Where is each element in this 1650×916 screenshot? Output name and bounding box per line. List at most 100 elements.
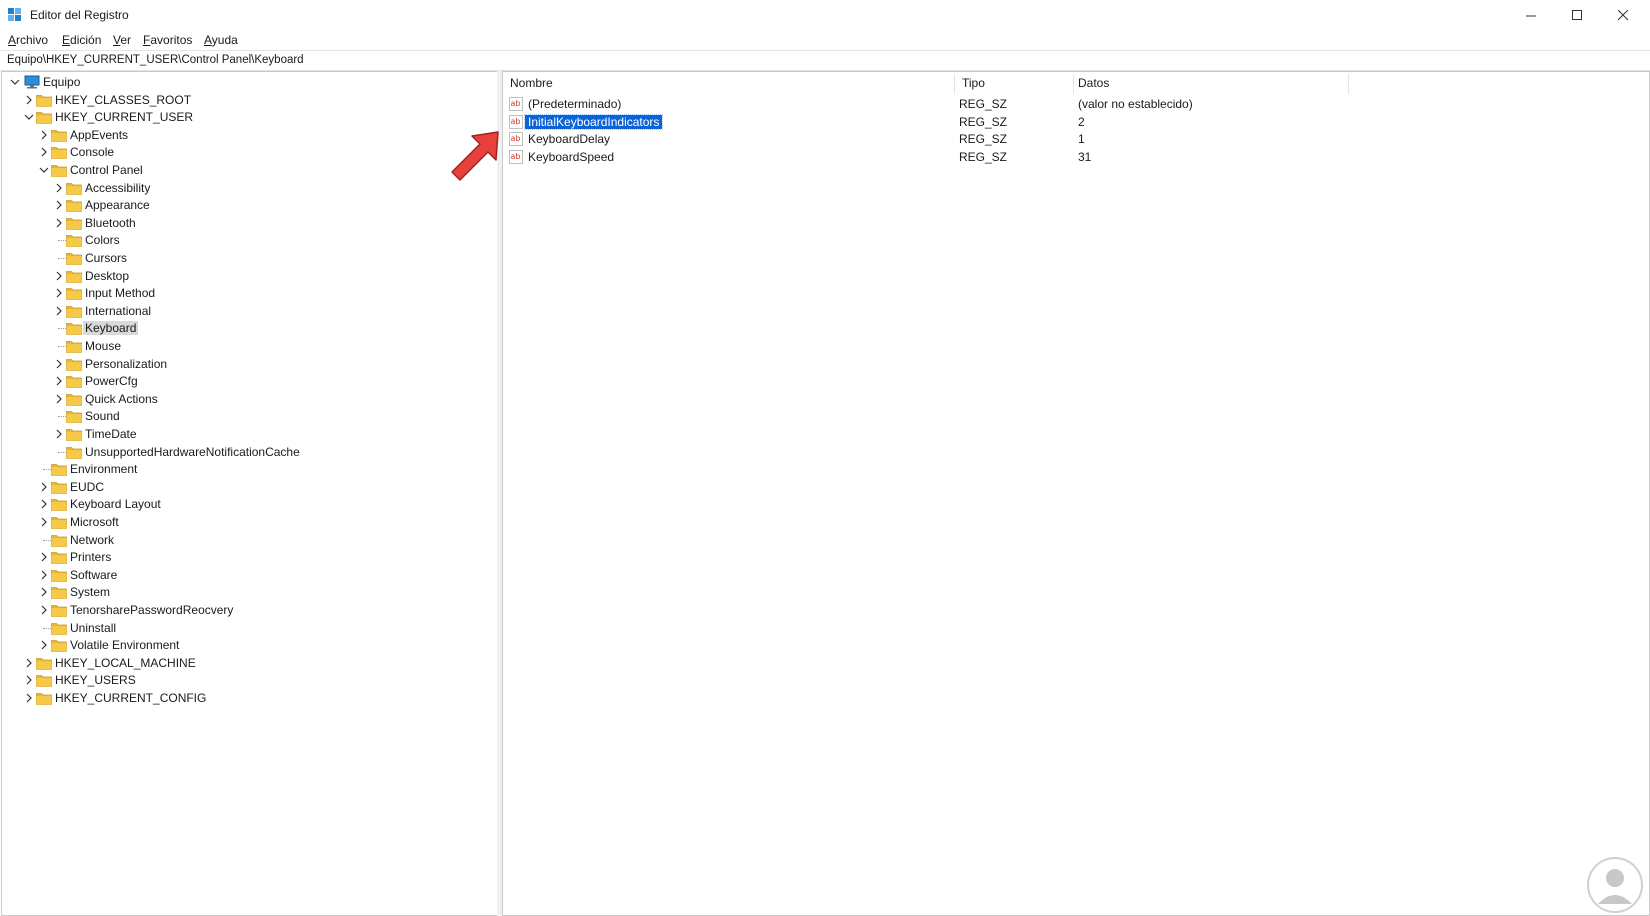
tree-item-label[interactable]: International bbox=[83, 304, 153, 318]
tree-item[interactable]: HKEY_CURRENT_CONFIG bbox=[2, 690, 497, 707]
tree-item[interactable]: Console bbox=[2, 144, 497, 161]
tree-item[interactable]: System bbox=[2, 584, 497, 601]
chevron-right-icon[interactable] bbox=[39, 147, 49, 157]
tree-item[interactable]: Input Method bbox=[2, 285, 497, 302]
chevron-down-icon[interactable] bbox=[39, 165, 49, 175]
column-header-name[interactable]: Nombre bbox=[510, 76, 553, 90]
tree-item-label[interactable]: TimeDate bbox=[83, 427, 139, 441]
tree-item-label[interactable]: Sound bbox=[83, 409, 122, 423]
chevron-right-icon[interactable] bbox=[39, 587, 49, 597]
tree-item[interactable]: PowerCfg bbox=[2, 373, 497, 390]
tree-item-label[interactable]: EUDC bbox=[68, 480, 106, 494]
chevron-right-icon[interactable] bbox=[54, 306, 64, 316]
chevron-down-icon[interactable] bbox=[10, 77, 20, 87]
value-name[interactable]: InitialKeyboardIndicators bbox=[523, 113, 664, 130]
minimize-button[interactable] bbox=[1508, 0, 1554, 30]
tree-item-label[interactable]: Environment bbox=[68, 462, 139, 476]
tree-item[interactable]: AppEvents bbox=[2, 127, 497, 144]
value-row[interactable]: ab InitialKeyboardIndicators REG_SZ 2 bbox=[503, 113, 1649, 131]
tree-item-label[interactable]: Cursors bbox=[83, 251, 129, 265]
key-tree-pane[interactable]: Equipo HKEY_CLASSES_ROOT HKEY_CURRENT_USE… bbox=[1, 71, 498, 916]
tree-item[interactable]: International bbox=[2, 303, 497, 320]
tree-item-label[interactable]: HKEY_CURRENT_CONFIG bbox=[53, 691, 208, 705]
chevron-right-icon[interactable] bbox=[54, 218, 64, 228]
tree-root-row[interactable]: Equipo bbox=[2, 74, 497, 91]
chevron-right-icon[interactable] bbox=[54, 200, 64, 210]
tree-item[interactable]: Printers bbox=[2, 549, 497, 566]
chevron-right-icon[interactable] bbox=[24, 675, 34, 685]
column-divider[interactable] bbox=[1348, 74, 1349, 94]
tree-item[interactable]: Colors bbox=[2, 232, 497, 249]
value-name[interactable]: KeyboardSpeed bbox=[525, 150, 617, 164]
menu-archivo[interactable]: Archivo bbox=[8, 33, 48, 47]
tree-item-label[interactable]: HKEY_USERS bbox=[53, 673, 138, 687]
tree-item-label[interactable]: Colors bbox=[83, 233, 122, 247]
tree-item[interactable]: Microsoft bbox=[2, 514, 497, 531]
tree-item-label[interactable]: Personalization bbox=[83, 357, 169, 371]
tree-item[interactable]: Appearance bbox=[2, 197, 497, 214]
tree-item-label[interactable]: Appearance bbox=[83, 198, 152, 212]
tree-item[interactable]: Cursors bbox=[2, 250, 497, 267]
chevron-right-icon[interactable] bbox=[39, 499, 49, 509]
tree-item-label[interactable]: Control Panel bbox=[68, 163, 145, 177]
chevron-down-icon[interactable] bbox=[24, 112, 34, 122]
tree-item-label[interactable]: Quick Actions bbox=[83, 392, 160, 406]
column-divider[interactable] bbox=[1073, 74, 1074, 94]
tree-item-label[interactable]: Input Method bbox=[83, 286, 157, 300]
value-name[interactable]: KeyboardDelay bbox=[525, 132, 613, 146]
tree-item[interactable]: Desktop bbox=[2, 268, 497, 285]
tree-item[interactable]: TimeDate bbox=[2, 426, 497, 443]
address-path[interactable]: Equipo\HKEY_CURRENT_USER\Control Panel\K… bbox=[7, 54, 304, 66]
tree-item[interactable]: UnsupportedHardwareNotificationCache bbox=[2, 444, 497, 461]
tree-item[interactable]: Network bbox=[2, 532, 497, 549]
tree-item[interactable]: EUDC bbox=[2, 479, 497, 496]
tree-item-label[interactable]: Desktop bbox=[83, 269, 131, 283]
column-header-type[interactable]: Tipo bbox=[962, 76, 985, 90]
chevron-right-icon[interactable] bbox=[54, 183, 64, 193]
tree-item[interactable]: Sound bbox=[2, 408, 497, 425]
tree-item[interactable]: Quick Actions bbox=[2, 391, 497, 408]
chevron-right-icon[interactable] bbox=[54, 376, 64, 386]
tree-item-label[interactable]: Network bbox=[68, 533, 116, 547]
tree-root-label[interactable]: Equipo bbox=[41, 75, 82, 89]
close-button[interactable] bbox=[1600, 0, 1646, 30]
tree-item-label[interactable]: Volatile Environment bbox=[68, 638, 181, 652]
tree-item[interactable]: HKEY_CURRENT_USER bbox=[2, 109, 497, 126]
chevron-right-icon[interactable] bbox=[39, 552, 49, 562]
tree-item-label[interactable]: System bbox=[68, 585, 112, 599]
tree-item[interactable]: Accessibility bbox=[2, 180, 497, 197]
chevron-right-icon[interactable] bbox=[39, 605, 49, 615]
tree-item-label[interactable]: Uninstall bbox=[68, 621, 118, 635]
tree-item[interactable]: Personalization bbox=[2, 356, 497, 373]
tree-item-label[interactable]: HKEY_CURRENT_USER bbox=[53, 110, 195, 124]
menu-favoritos[interactable]: Favoritos bbox=[143, 33, 192, 47]
tree-item[interactable]: HKEY_CLASSES_ROOT bbox=[2, 92, 497, 109]
tree-item-label[interactable]: Software bbox=[68, 568, 119, 582]
chevron-right-icon[interactable] bbox=[39, 570, 49, 580]
tree-item[interactable]: Keyboard Layout bbox=[2, 496, 497, 513]
chevron-right-icon[interactable] bbox=[24, 95, 34, 105]
tree-item-label[interactable]: Mouse bbox=[83, 339, 123, 353]
chevron-right-icon[interactable] bbox=[24, 693, 34, 703]
chevron-right-icon[interactable] bbox=[39, 482, 49, 492]
column-divider[interactable] bbox=[954, 74, 955, 94]
tree-item-label[interactable]: UnsupportedHardwareNotificationCache bbox=[83, 445, 302, 459]
tree-item-label[interactable]: AppEvents bbox=[68, 128, 130, 142]
tree-item-label[interactable]: Microsoft bbox=[68, 515, 121, 529]
tree-item-label[interactable]: TenorsharePasswordReocvery bbox=[68, 603, 235, 617]
tree-item[interactable]: Environment bbox=[2, 461, 497, 478]
tree-item[interactable]: Uninstall bbox=[2, 620, 497, 637]
value-row[interactable]: ab (Predeterminado) REG_SZ (valor no establ… bbox=[503, 95, 1649, 113]
value-row[interactable]: ab KeyboardDelay REG_SZ 1 bbox=[503, 130, 1649, 148]
tree-item-label[interactable]: HKEY_LOCAL_MACHINE bbox=[53, 656, 198, 670]
tree-item-label[interactable]: Printers bbox=[68, 550, 113, 564]
tree-item[interactable]: Control Panel bbox=[2, 162, 497, 179]
title-bar[interactable]: Editor del Registro bbox=[0, 0, 1650, 30]
tree-item[interactable]: Keyboard bbox=[2, 320, 497, 337]
tree-item-label[interactable]: Console bbox=[68, 145, 116, 159]
address-bar[interactable]: Equipo\HKEY_CURRENT_USER\Control Panel\K… bbox=[0, 50, 1650, 71]
value-row[interactable]: ab KeyboardSpeed REG_SZ 31 bbox=[503, 148, 1649, 166]
tree-item[interactable]: Mouse bbox=[2, 338, 497, 355]
chevron-right-icon[interactable] bbox=[39, 640, 49, 650]
chevron-right-icon[interactable] bbox=[24, 658, 34, 668]
